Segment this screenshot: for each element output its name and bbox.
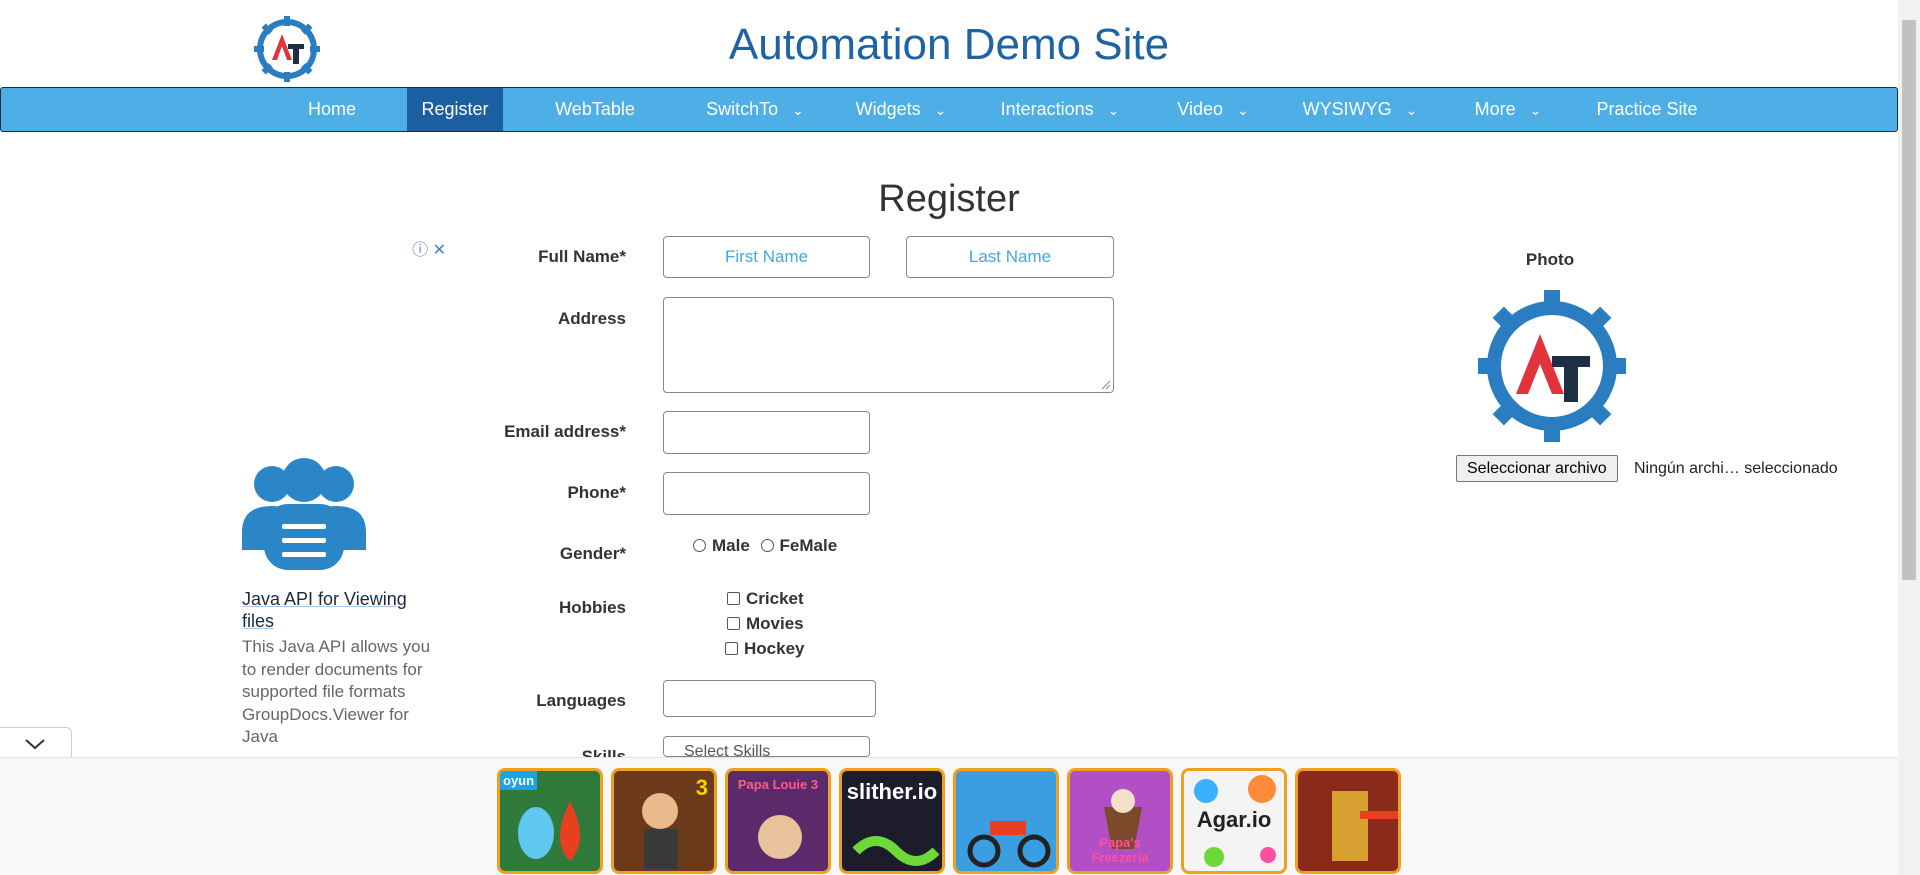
address-label: Address bbox=[557, 309, 626, 328]
hobby-cricket: Cricket bbox=[727, 589, 804, 609]
ad-title[interactable]: Java API for Viewing files bbox=[242, 588, 442, 632]
game-tile[interactable]: Papa's Freezeria bbox=[1067, 768, 1173, 874]
nav-practice-site-label: Practice Site bbox=[1596, 99, 1698, 119]
chevron-down-icon: ⌄ bbox=[1107, 102, 1120, 118]
hobbies-label: Hobbies bbox=[558, 598, 626, 617]
gender-female-label: FeMale bbox=[779, 536, 838, 555]
game-ad-bar: oyun 3 Papa Louie 3 slither.io Papa's Fr… bbox=[0, 757, 1898, 875]
game-tile[interactable] bbox=[1295, 768, 1401, 874]
photo-label: Photo bbox=[1525, 250, 1575, 269]
hobby-hockey-checkbox[interactable] bbox=[725, 642, 738, 656]
main-navbar: Home Register WebTable SwitchTo ⌄ Widgets… bbox=[0, 87, 1898, 132]
email-label: Email address* bbox=[504, 422, 626, 441]
gender-male-label: Male bbox=[712, 536, 750, 555]
hobby-cricket-label: Cricket bbox=[746, 589, 804, 608]
hobby-hockey: Hockey bbox=[725, 639, 804, 659]
nav-webtable-label: WebTable bbox=[555, 99, 635, 119]
chevron-down-icon: ⌄ bbox=[1529, 102, 1542, 118]
gender-male-radio[interactable] bbox=[693, 539, 706, 553]
hobby-hockey-label: Hockey bbox=[744, 639, 805, 658]
address-textarea[interactable] bbox=[663, 297, 1114, 393]
hobby-movies: Movies bbox=[727, 614, 804, 634]
gender-female-radio[interactable] bbox=[760, 539, 774, 553]
first-name-input[interactable]: First Name bbox=[663, 236, 870, 278]
robot-game-icon bbox=[1332, 791, 1398, 861]
game-tile-label: oyun bbox=[500, 771, 538, 790]
languages-multiselect[interactable] bbox=[663, 680, 876, 717]
last-name-input[interactable]: Last Name bbox=[906, 236, 1114, 278]
hobby-movies-label: Movies bbox=[746, 614, 804, 633]
full-name-label: Full Name* bbox=[538, 247, 626, 266]
nav-more[interactable]: More ⌄ bbox=[1463, 88, 1553, 131]
nav-home[interactable]: Home bbox=[291, 88, 373, 131]
game-tile-label: Agar.io bbox=[1196, 807, 1272, 832]
nav-more-label: More bbox=[1474, 99, 1516, 119]
nav-webtable[interactable]: WebTable bbox=[547, 88, 643, 131]
chevron-down-icon: ⌄ bbox=[1236, 102, 1249, 118]
phone-label: Phone* bbox=[567, 483, 626, 502]
game-tile-label: Papa Louie 3 bbox=[737, 777, 819, 792]
game-tile[interactable]: 3 bbox=[611, 768, 717, 874]
file-status-text: Ningún archi… seleccionado bbox=[1634, 460, 1838, 477]
game-tile[interactable]: oyun bbox=[497, 768, 603, 874]
chevron-down-icon bbox=[25, 739, 45, 750]
page-heading: Register bbox=[878, 178, 1020, 220]
ad-panel[interactable]: ⓘ ✕ Java API for Viewing files This Java… bbox=[236, 236, 446, 756]
nav-wysiwyg[interactable]: WYSIWYG ⌄ bbox=[1297, 88, 1423, 131]
users-icon[interactable] bbox=[242, 454, 366, 572]
game-tile[interactable]: slither.io bbox=[839, 768, 945, 874]
nav-video-label: Video bbox=[1177, 99, 1223, 119]
phone-field[interactable] bbox=[663, 472, 870, 515]
chevron-down-icon: ⌄ bbox=[934, 102, 947, 118]
languages-label: Languages bbox=[536, 691, 626, 710]
game-tile-label: 3 bbox=[695, 775, 708, 800]
choose-file-button[interactable]: Seleccionar archivo bbox=[1456, 455, 1618, 482]
nav-switchto-label: SwitchTo bbox=[706, 99, 779, 119]
email-field[interactable] bbox=[663, 411, 870, 454]
nav-widgets-label: Widgets bbox=[855, 99, 921, 119]
nav-register-label: Register bbox=[421, 99, 489, 119]
motorbike-game-icon bbox=[967, 821, 1051, 868]
nav-switchto[interactable]: SwitchTo ⌄ bbox=[695, 88, 815, 131]
site-title: Automation Demo Site bbox=[728, 20, 1170, 69]
game-tile[interactable] bbox=[953, 768, 1059, 874]
game-tile[interactable]: Agar.io bbox=[1181, 768, 1287, 874]
collapse-ad-button[interactable] bbox=[0, 727, 72, 759]
hobby-cricket-checkbox[interactable] bbox=[727, 592, 740, 606]
game-tile[interactable]: Papa Louie 3 bbox=[725, 768, 831, 874]
nav-home-label: Home bbox=[307, 99, 356, 119]
game-tile-label: slither.io bbox=[846, 779, 938, 804]
nav-widgets[interactable]: Widgets ⌄ bbox=[847, 88, 955, 131]
skills-select[interactable]: Select Skills bbox=[663, 736, 870, 757]
nav-practice-site[interactable]: Practice Site bbox=[1589, 88, 1705, 131]
nav-wysiwyg-label: WYSIWYG bbox=[1302, 99, 1392, 119]
nav-interactions[interactable]: Interactions ⌄ bbox=[993, 88, 1127, 131]
game-tile-label: Papa's Freezeria bbox=[1091, 835, 1149, 865]
page-scrollbar[interactable] bbox=[1898, 0, 1920, 875]
gender-label: Gender* bbox=[559, 544, 626, 563]
hobby-movies-checkbox[interactable] bbox=[727, 617, 740, 631]
skills-label: Skills bbox=[581, 747, 626, 757]
nav-interactions-label: Interactions bbox=[1000, 99, 1094, 119]
nav-video[interactable]: Video ⌄ bbox=[1167, 88, 1259, 131]
photo-preview-logo bbox=[1478, 290, 1626, 442]
nav-register[interactable]: Register bbox=[407, 88, 503, 131]
chevron-down-icon: ⌄ bbox=[1405, 102, 1418, 118]
gender-options: Male FeMale bbox=[693, 536, 837, 556]
chevron-down-icon: ⌄ bbox=[792, 102, 804, 118]
resize-handle-icon[interactable] bbox=[1101, 380, 1111, 390]
ad-body-text: This Java API allows you to render docum… bbox=[242, 637, 431, 746]
scrollbar-thumb[interactable] bbox=[1902, 20, 1916, 580]
